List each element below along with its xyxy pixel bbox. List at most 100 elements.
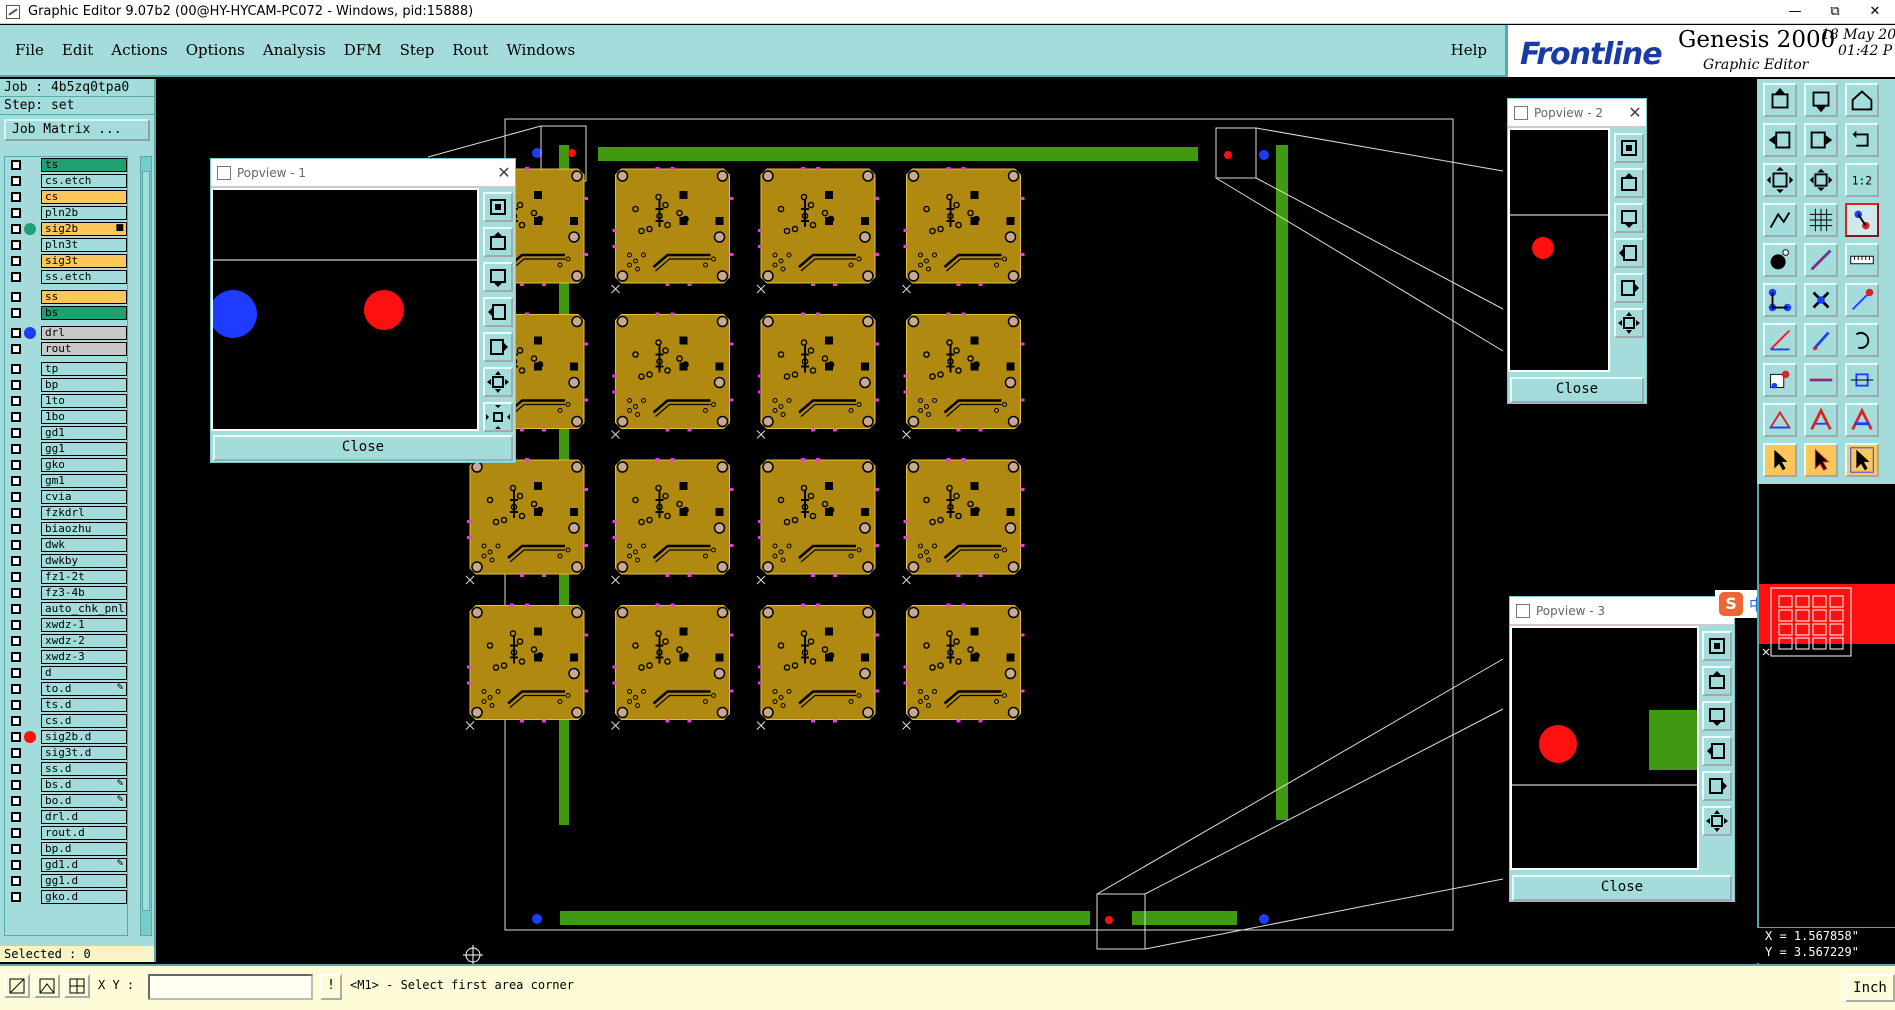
layer-name[interactable]: cvia: [41, 490, 127, 504]
cross-icon[interactable]: [1804, 283, 1838, 317]
layer-checkbox[interactable]: [11, 492, 21, 502]
layer-checkbox[interactable]: [11, 192, 21, 202]
popview-3-titlebar[interactable]: Popview - 3: [1510, 597, 1734, 625]
layer-checkbox[interactable]: [11, 380, 21, 390]
layer-name[interactable]: bs.d: [41, 778, 127, 792]
layer-name[interactable]: pln2b: [41, 206, 127, 220]
menu-help[interactable]: Help: [1451, 41, 1487, 59]
layer-checkbox[interactable]: [11, 700, 21, 710]
layer-checkbox[interactable]: [11, 636, 21, 646]
connect-icon[interactable]: [1763, 283, 1797, 317]
layer-row[interactable]: gd1.d ✎: [5, 857, 127, 873]
layer-row[interactable]: bs.d ✎: [5, 777, 127, 793]
layer-name[interactable]: fz3-4b: [41, 586, 127, 600]
layer-name[interactable]: ts: [41, 158, 127, 172]
restore-button[interactable]: ⧉: [1815, 4, 1855, 19]
open-icon[interactable]: [1763, 83, 1797, 117]
pen-icon[interactable]: [1804, 323, 1838, 357]
layer-name[interactable]: gm1: [41, 474, 127, 488]
line-icon[interactable]: [1804, 243, 1838, 277]
grid-mode-button[interactable]: [64, 974, 90, 998]
layer-name[interactable]: biaozhu: [41, 522, 127, 536]
arc-icon[interactable]: [1845, 283, 1879, 317]
menu-actions[interactable]: Actions: [111, 41, 167, 59]
popview-1-titlebar[interactable]: Popview - 1 ✕: [211, 159, 515, 187]
layer-name[interactable]: gg1.d: [41, 874, 127, 888]
layer-row[interactable]: rout.d: [5, 825, 127, 841]
layer-checkbox[interactable]: [11, 476, 21, 486]
layer-row[interactable]: ss.etch: [5, 269, 127, 285]
job-matrix-button[interactable]: Job Matrix ...: [4, 119, 150, 141]
layer-checkbox[interactable]: [11, 844, 21, 854]
layer-checkbox[interactable]: [11, 460, 21, 470]
layer-name[interactable]: cs.d: [41, 714, 127, 728]
layer-name[interactable]: sig2b.d: [41, 730, 127, 744]
layer-row[interactable]: bp: [5, 377, 127, 393]
save-icon[interactable]: [1804, 83, 1838, 117]
layer-checkbox[interactable]: [11, 764, 21, 774]
menu-analysis[interactable]: Analysis: [263, 41, 326, 59]
layer-name[interactable]: bp: [41, 378, 127, 392]
layer-checkbox[interactable]: [11, 588, 21, 598]
layer-checkbox[interactable]: [11, 716, 21, 726]
layer-name[interactable]: ts.d: [41, 698, 127, 712]
triangle-icon[interactable]: [1763, 403, 1797, 437]
layer-checkbox[interactable]: [11, 256, 21, 266]
layer-name[interactable]: cs.etch: [41, 174, 127, 188]
layer-row[interactable]: pln3t: [5, 237, 127, 253]
layer-name[interactable]: ss.d: [41, 762, 127, 776]
layer-name[interactable]: to.d: [41, 682, 127, 696]
xy-input[interactable]: [148, 974, 313, 1000]
layer-row[interactable]: cvia: [5, 489, 127, 505]
layer-name[interactable]: gko: [41, 458, 127, 472]
layer-row[interactable]: tp: [5, 361, 127, 377]
layer-row[interactable]: bs: [5, 305, 127, 321]
zoom-home-icon[interactable]: [1702, 631, 1732, 661]
zoom-home-icon[interactable]: [483, 192, 513, 222]
layer-name[interactable]: ss: [41, 290, 127, 304]
pan-right-icon[interactable]: [1614, 273, 1644, 303]
overview-map[interactable]: [1757, 484, 1895, 964]
layer-checkbox[interactable]: [11, 796, 21, 806]
layer-row[interactable]: xwdz-1: [5, 617, 127, 633]
menu-step[interactable]: Step: [400, 41, 435, 59]
layer-row[interactable]: to.d ✎: [5, 681, 127, 697]
popview-1-view[interactable]: [211, 188, 479, 431]
layer-checkbox[interactable]: [11, 684, 21, 694]
zoom-in-icon[interactable]: [1614, 308, 1644, 338]
layer-name[interactable]: bp.d: [41, 842, 127, 856]
close-icon[interactable]: ✕: [493, 163, 515, 182]
layer-row[interactable]: cs.etch: [5, 173, 127, 189]
layer-row[interactable]: gko.d: [5, 889, 127, 905]
text-a-icon[interactable]: [1845, 403, 1879, 437]
layer-name[interactable]: ss.etch: [41, 270, 127, 284]
horizontal-line-icon[interactable]: [1804, 363, 1838, 397]
pan-left-icon[interactable]: [1763, 123, 1797, 157]
layer-row[interactable]: sig2b ■: [5, 221, 127, 237]
layer-row[interactable]: drl.d: [5, 809, 127, 825]
pan-left-icon[interactable]: [1702, 736, 1732, 766]
layer-name[interactable]: rout: [41, 342, 127, 356]
layer-row[interactable]: gko: [5, 457, 127, 473]
layer-row[interactable]: sig2b.d: [5, 729, 127, 745]
layer-row[interactable]: pln2b: [5, 205, 127, 221]
measure-icon[interactable]: [1763, 203, 1797, 237]
rotate-icon[interactable]: [1845, 123, 1879, 157]
menu-options[interactable]: Options: [186, 41, 245, 59]
layer-row[interactable]: gg1.d: [5, 873, 127, 889]
select-area-icon[interactable]: [1763, 363, 1797, 397]
layer-name[interactable]: fz1-2t: [41, 570, 127, 584]
layer-row[interactable]: ts.d: [5, 697, 127, 713]
layer-row[interactable]: fz1-2t: [5, 569, 127, 585]
units-button[interactable]: Inch: [1845, 974, 1895, 1002]
layer-name[interactable]: gg1: [41, 442, 127, 456]
layer-row[interactable]: fzkdrl: [5, 505, 127, 521]
layer-checkbox[interactable]: [11, 668, 21, 678]
pan-left-icon[interactable]: [483, 297, 513, 327]
layer-list-scrollbar[interactable]: [140, 156, 152, 936]
layer-row[interactable]: bp.d: [5, 841, 127, 857]
layer-checkbox[interactable]: [11, 524, 21, 534]
layer-row[interactable]: fz3-4b: [5, 585, 127, 601]
layer-row[interactable]: gm1: [5, 473, 127, 489]
undo-curve-icon[interactable]: [1845, 323, 1879, 357]
